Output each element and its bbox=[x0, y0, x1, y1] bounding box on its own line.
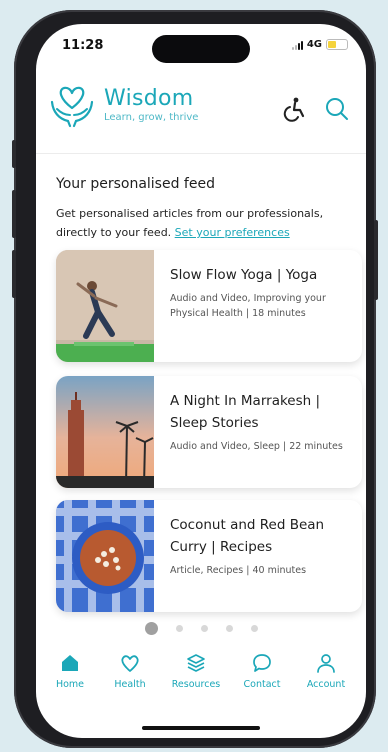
status-bar: 11:28 4G bbox=[36, 24, 366, 68]
home-indicator[interactable] bbox=[142, 726, 260, 730]
tab-contact[interactable]: Contact bbox=[230, 652, 294, 690]
card-body: Coconut and Red Bean Curry | Recipes Art… bbox=[170, 514, 354, 578]
phone-volume-up-button bbox=[12, 190, 16, 238]
signal-icon bbox=[291, 40, 303, 50]
tab-health[interactable]: Health bbox=[98, 652, 162, 690]
set-preferences-link[interactable]: Set your preferences bbox=[175, 226, 290, 239]
card-meta: Audio and Video, Sleep | 22 minutes bbox=[170, 441, 343, 452]
brand-tagline: Learn, grow, thrive bbox=[104, 112, 199, 123]
yoga-thumbnail bbox=[56, 250, 154, 362]
status-indicators: 4G bbox=[291, 39, 348, 50]
card-title: Coconut and Red Bean Curry | Recipes bbox=[170, 517, 325, 555]
search-icon[interactable] bbox=[324, 96, 350, 122]
network-type: 4G bbox=[306, 39, 322, 50]
heart-hands-logo-icon[interactable] bbox=[46, 82, 98, 130]
card-meta: Article, Recipes | 40 minutes bbox=[170, 565, 307, 576]
feed-title: Your personalised feed bbox=[56, 176, 215, 192]
card-body: A Night In Marrakesh | Sleep Stories Aud… bbox=[170, 390, 354, 454]
feed-card-marrakesh[interactable]: A Night In Marrakesh | Sleep Stories Aud… bbox=[56, 376, 362, 488]
card-title: A Night In Marrakesh | Sleep Stories bbox=[170, 393, 321, 431]
brand-name: Wisdom bbox=[104, 86, 194, 111]
status-time: 11:28 bbox=[62, 38, 104, 53]
phone-side-button bbox=[12, 140, 16, 168]
curry-thumbnail bbox=[56, 500, 154, 612]
carousel-pagination bbox=[36, 622, 366, 635]
pagination-dot-2[interactable] bbox=[175, 625, 183, 632]
pagination-dot-4[interactable] bbox=[225, 625, 233, 632]
app-header: Wisdom Learn, grow, thrive bbox=[36, 68, 366, 154]
chat-bubble-icon bbox=[253, 654, 271, 672]
feed-card-yoga[interactable]: Slow Flow Yoga | Yoga Audio and Video, I… bbox=[56, 250, 362, 362]
tab-home[interactable]: Home bbox=[38, 652, 102, 690]
pagination-dot-1[interactable] bbox=[144, 622, 158, 635]
card-meta: Audio and Video, Improving your Physical… bbox=[170, 293, 326, 319]
feed-description: Get personalised articles from our profe… bbox=[56, 204, 352, 242]
heart-icon bbox=[121, 655, 139, 672]
tab-label: Resources bbox=[171, 679, 221, 690]
phone-screen: 11:28 4G Wisdom Learn, grow, thrive Your… bbox=[36, 24, 366, 738]
person-icon bbox=[317, 654, 335, 673]
phone-power-button bbox=[374, 220, 378, 300]
card-title: Slow Flow Yoga | Yoga bbox=[170, 267, 318, 283]
accessibility-icon[interactable] bbox=[282, 96, 308, 122]
dynamic-island bbox=[152, 35, 250, 63]
tab-resources[interactable]: Resources bbox=[164, 652, 228, 690]
feed-card-curry[interactable]: Coconut and Red Bean Curry | Recipes Art… bbox=[56, 500, 362, 612]
pagination-dot-3[interactable] bbox=[200, 625, 208, 632]
tab-account[interactable]: Account bbox=[294, 652, 358, 690]
pagination-dot-5[interactable] bbox=[250, 625, 258, 632]
battery-icon bbox=[326, 39, 348, 50]
marrakesh-thumbnail bbox=[56, 376, 154, 488]
phone-volume-down-button bbox=[12, 250, 16, 298]
tab-label: Account bbox=[306, 679, 346, 690]
layers-icon bbox=[187, 654, 205, 672]
tab-label: Home bbox=[55, 679, 85, 690]
home-icon bbox=[62, 655, 78, 671]
tab-label: Health bbox=[114, 679, 146, 690]
tab-label: Contact bbox=[243, 679, 281, 690]
brand: Wisdom Learn, grow, thrive bbox=[104, 86, 198, 123]
card-body: Slow Flow Yoga | Yoga Audio and Video, I… bbox=[170, 264, 354, 321]
bottom-tab-bar: Home Health Resources Contact Account bbox=[36, 652, 366, 712]
